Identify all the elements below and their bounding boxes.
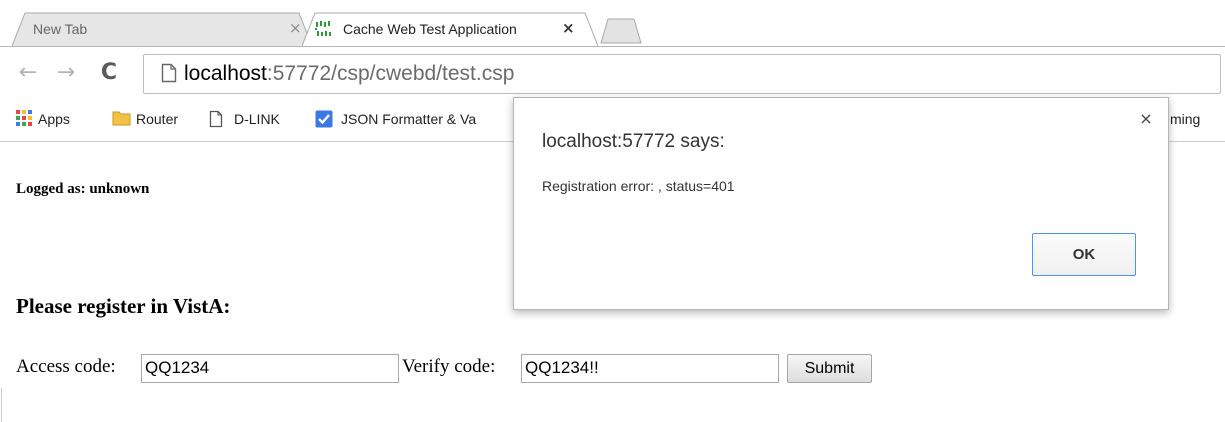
tab-new-tab[interactable]: New Tab ×	[12, 12, 312, 46]
forward-button[interactable]: →	[52, 60, 80, 86]
close-icon[interactable]: ×	[562, 20, 575, 36]
reload-button[interactable]: C	[95, 60, 123, 86]
alert-dialog: localhost:57772 says: × Registration err…	[513, 97, 1169, 310]
verify-code-input[interactable]: QQ1234!!	[521, 354, 779, 383]
url-host: localhost	[184, 62, 267, 85]
page-icon	[209, 110, 223, 128]
dialog-title: localhost:57772 says:	[542, 131, 725, 152]
folder-icon	[112, 111, 131, 126]
bookmark-router[interactable]: Router	[112, 107, 202, 131]
verify-code-label: Verify code:	[402, 356, 496, 377]
page-heading: Please register in VistA:	[16, 294, 231, 318]
url-text: localhost:57772/csp/cwebd/test.csp	[184, 60, 514, 88]
bookmark-json-formatter[interactable]: JSON Formatter & Va	[315, 107, 515, 131]
bookmark-label: Apps	[38, 111, 70, 127]
tab-title: New Tab	[33, 21, 88, 37]
bookmark-label: JSON Formatter & Va	[341, 111, 477, 127]
bookmark-label: D-LINK	[234, 111, 280, 127]
cache-favicon-icon	[315, 21, 331, 36]
address-bar[interactable]: localhost:57772/csp/cwebd/test.csp	[143, 54, 1221, 94]
bookmark-label: ming	[1170, 111, 1201, 127]
page-edge	[1, 388, 2, 422]
access-code-label: Access code:	[16, 356, 116, 377]
access-code-input[interactable]: QQ1234	[141, 354, 399, 383]
dialog-message: Registration error: , status=401	[542, 178, 735, 194]
ok-button[interactable]: OK	[1032, 233, 1136, 276]
submit-button[interactable]: Submit	[787, 354, 872, 383]
close-icon[interactable]: ×	[1136, 109, 1156, 129]
tab-title: Cache Web Test Application	[343, 21, 517, 37]
new-tab-icon[interactable]	[600, 18, 642, 44]
bookmark-apps[interactable]: Apps	[16, 107, 96, 131]
apps-grid-icon	[16, 110, 32, 126]
tab-cache-web-test[interactable]: Cache Web Test Application ×	[302, 12, 598, 46]
close-icon[interactable]: ×	[289, 20, 302, 36]
bookmark-ming[interactable]: ming	[1170, 107, 1225, 131]
url-path: :57772/csp/cwebd/test.csp	[266, 62, 515, 85]
toolbar: ← → C localhost:57772/csp/cwebd/test.csp	[0, 46, 1225, 98]
bookmark-d-link[interactable]: D-LINK	[208, 107, 303, 131]
tab-strip: New Tab × Cache Web Test Application ×	[0, 0, 1225, 46]
back-button[interactable]: ←	[14, 60, 42, 86]
tab-title-fade	[527, 21, 557, 39]
checkbox-icon	[315, 110, 333, 128]
bookmark-label: Router	[136, 111, 179, 127]
page-icon	[161, 63, 177, 83]
logged-as-text: Logged as: unknown	[16, 181, 150, 197]
